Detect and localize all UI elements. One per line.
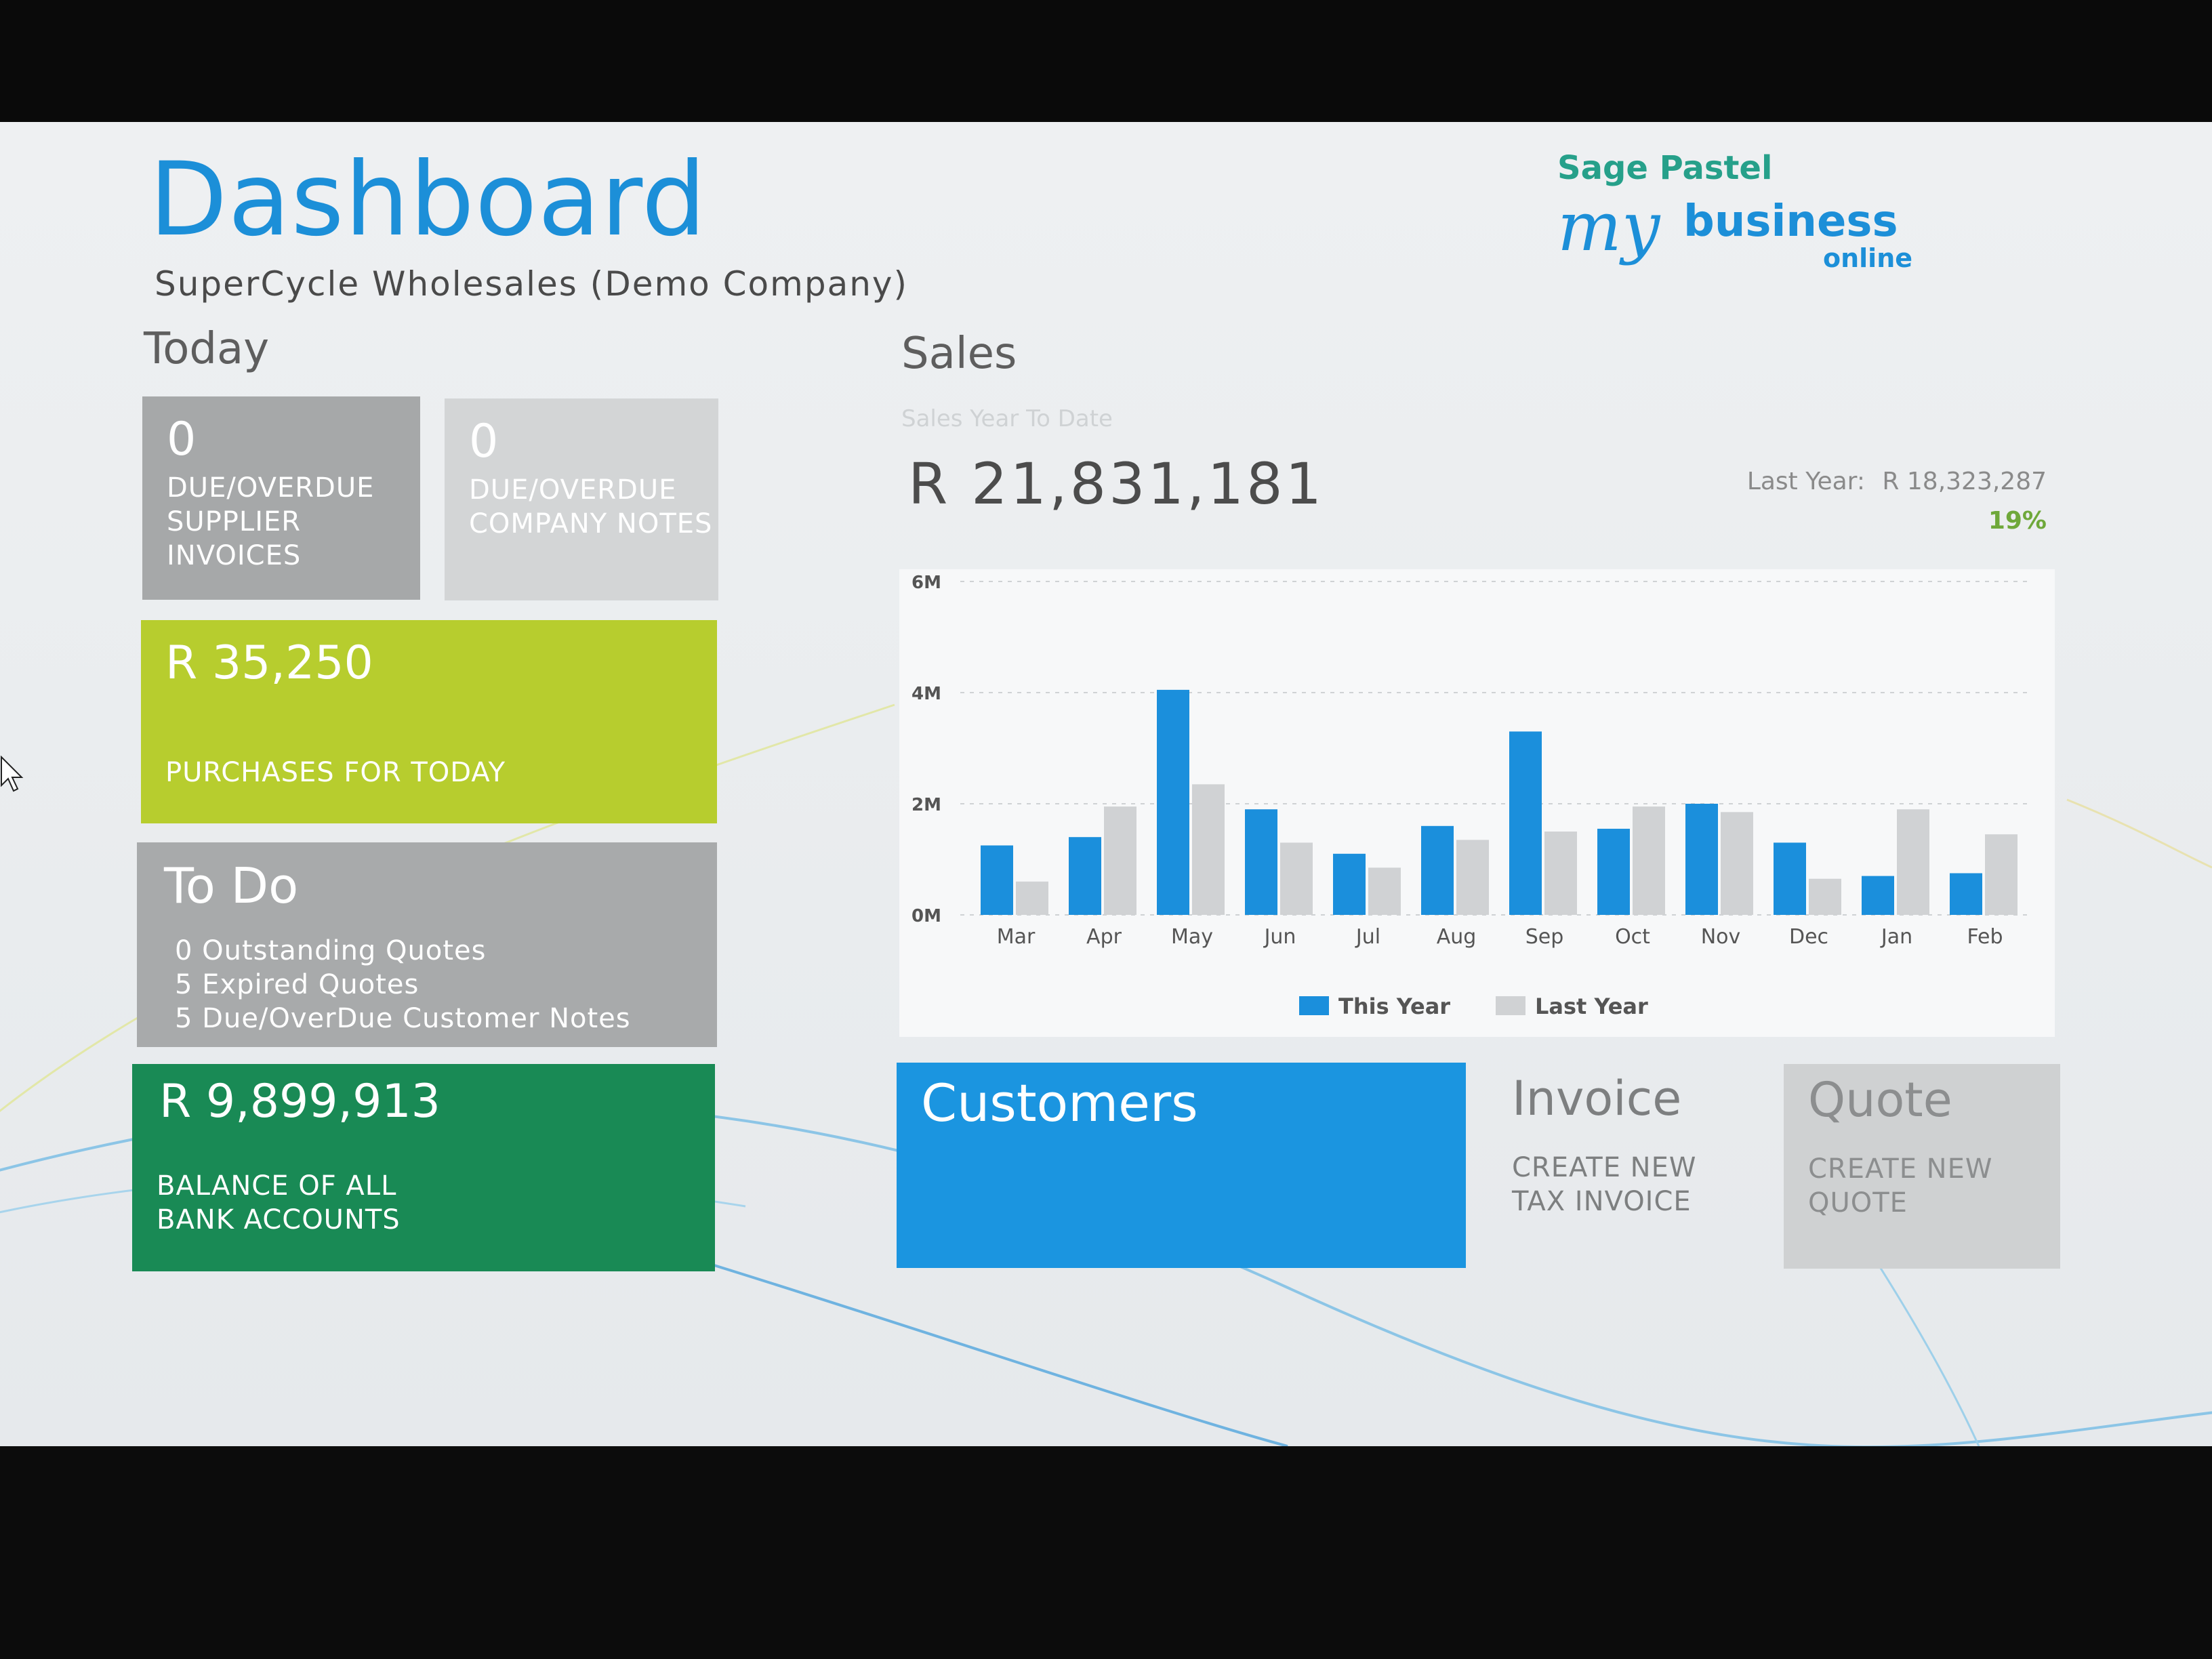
chart-y-tick-label: 0M [912, 906, 941, 926]
chart-bar [1633, 806, 1665, 915]
chart-y-tick-label: 4M [912, 684, 941, 704]
last-year-total: Last Year: R 18,323,287 [1694, 468, 2047, 495]
chart-legend-label: This Year [1338, 994, 1450, 1019]
chart-bar [1509, 731, 1542, 915]
todo-title: To Do [164, 857, 299, 914]
chart-bar [1421, 825, 1454, 915]
chart-bar [1333, 853, 1366, 915]
logo-brand: Sage Pastel [1557, 149, 1773, 187]
chart-x-tick-label: Aug [1437, 925, 1477, 949]
chart-legend-swatch [1496, 996, 1525, 1015]
chart-x-tick-label: Sep [1525, 925, 1564, 949]
chart-bar [1597, 828, 1630, 915]
monitor-bezel-top [0, 0, 2212, 122]
chart-x-tick-label: Nov [1701, 925, 1741, 949]
logo-my: my [1557, 187, 1660, 266]
chart-bar [1685, 804, 1718, 915]
purchases-label: PURCHASES FOR TODAY [165, 757, 506, 788]
chart-bar [1809, 878, 1841, 915]
invoice-title: Invoice [1512, 1071, 1682, 1126]
chart-bar [1069, 837, 1101, 915]
create-quote-tile[interactable]: Quote CREATE NEW QUOTE [1784, 1064, 2060, 1269]
sales-bar-chart: 0M 2M 4M 6M Mar Apr May Jun Jul Aug Sep Oct Nov Dec Ja… [912, 573, 2031, 1019]
chart-bar [1016, 881, 1048, 915]
chart-bar [1774, 842, 1806, 915]
chart-bar [981, 845, 1013, 915]
todo-item: 0 Outstanding Quotes [175, 935, 487, 966]
app-screen: Dashboard SuperCycle Wholesales (Demo Co… [0, 122, 2212, 1446]
chart-bar [1721, 812, 1753, 915]
supplier-invoices-count: 0 [167, 413, 197, 466]
company-notes-count: 0 [469, 415, 499, 468]
sales-ytd-label: Sales Year To Date [901, 405, 1113, 432]
company-notes-label: DUE/OVERDUE COMPANY NOTES [469, 474, 713, 539]
chart-x-tick-label: Jun [1263, 925, 1296, 949]
chart-bar [1280, 842, 1313, 915]
monitor-bezel-bottom [0, 1446, 2212, 1659]
chart-bar [1192, 784, 1225, 915]
today-heading: Today [144, 324, 270, 374]
todo-tile[interactable]: To Do 0 Outstanding Quotes 5 Expired Quo… [137, 842, 717, 1047]
chart-y-tick-label: 6M [912, 573, 941, 593]
customers-title: Customers [921, 1073, 1198, 1133]
chart-bar [1950, 873, 1982, 915]
chart-y-tick-label: 2M [912, 795, 941, 815]
last-year-label: Last Year: [1746, 468, 1865, 495]
chart-bar [1897, 809, 1929, 915]
chart-x-tick-label: Oct [1615, 925, 1650, 949]
chart-bar [1368, 867, 1401, 915]
sales-ytd-total: R 21,831,181 [908, 451, 1325, 517]
chart-legend-swatch [1299, 996, 1329, 1015]
company-notes-tile[interactable]: 0 DUE/OVERDUE COMPANY NOTES [445, 398, 718, 600]
chart-x-tick-label: Dec [1789, 925, 1828, 949]
quote-title: Quote [1808, 1072, 1952, 1128]
chart-x-tick-label: Feb [1967, 925, 2003, 949]
chart-legend-label: Last Year [1535, 994, 1648, 1019]
logo-business: business [1683, 197, 1898, 247]
bank-balance-label-line2: BANK ACCOUNTS [157, 1204, 401, 1235]
chart-bar [1862, 876, 1894, 915]
chart-bar [1157, 689, 1189, 915]
chart-bar [1544, 832, 1577, 915]
chart-x-tick-label: May [1171, 925, 1213, 949]
mouse-cursor-icon [1, 756, 24, 792]
supplier-invoices-tile[interactable]: 0 DUE/OVERDUE SUPPLIER INVOICES [142, 396, 420, 600]
create-invoice-tile[interactable]: Invoice CREATE NEW TAX INVOICE [1481, 1063, 1765, 1266]
company-name: SuperCycle Wholesales (Demo Company) [155, 264, 909, 304]
supplier-invoices-label: DUE/OVERDUE SUPPLIER INVOICES [167, 472, 375, 571]
bank-balance-amount: R 9,899,913 [159, 1075, 441, 1128]
chart-bar [1456, 840, 1489, 915]
page-title: Dashboard [149, 141, 707, 259]
logo-online: online [1823, 243, 1913, 273]
invoice-line2: TAX INVOICE [1512, 1186, 1692, 1217]
bank-balance-tile[interactable]: R 9,899,913 BALANCE OF ALL BANK ACCOUNTS [132, 1064, 715, 1271]
chart-x-tick-label: Jan [1880, 925, 1912, 949]
chart-x-tick-label: Apr [1086, 925, 1122, 949]
chart-x-tick-label: Jul [1355, 925, 1380, 949]
purchases-amount: R 35,250 [165, 636, 373, 690]
chart-bar [1985, 834, 2018, 915]
chart-bar [1245, 809, 1277, 915]
quote-line1: CREATE NEW [1808, 1153, 1993, 1185]
chart-bar [1104, 806, 1136, 915]
invoice-line1: CREATE NEW [1512, 1152, 1697, 1183]
todo-item: 5 Expired Quotes [175, 969, 419, 1000]
purchases-tile[interactable]: R 35,250 PURCHASES FOR TODAY [141, 620, 717, 823]
bank-balance-label-line1: BALANCE OF ALL [157, 1170, 397, 1202]
todo-item: 5 Due/OverDue Customer Notes [175, 1003, 631, 1034]
sales-change-percent: 19% [1988, 507, 2047, 535]
sales-chart-panel: 0M 2M 4M 6M Mar Apr May Jun Jul Aug Sep Oct Nov Dec Ja… [899, 569, 2055, 1037]
last-year-value: R 18,323,287 [1882, 468, 2047, 495]
customers-tile[interactable]: Customers [897, 1063, 1466, 1268]
chart-x-tick-label: Mar [997, 925, 1036, 949]
quote-line2: QUOTE [1808, 1187, 1908, 1218]
sales-heading: Sales [901, 329, 1017, 379]
